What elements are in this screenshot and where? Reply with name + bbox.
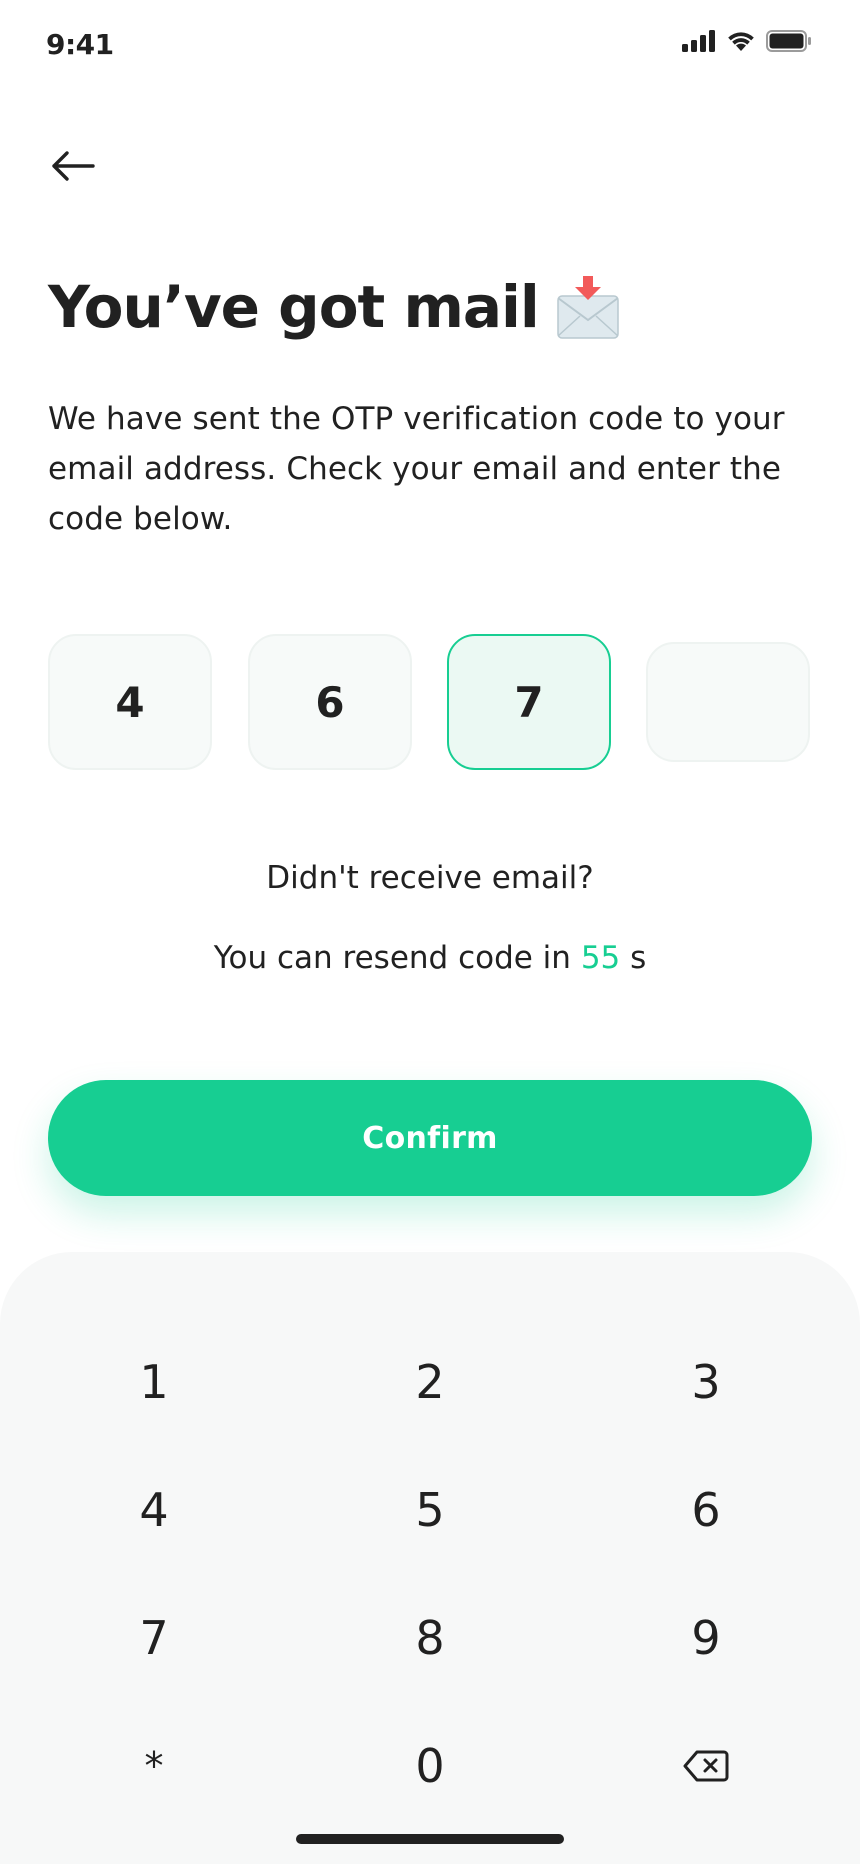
back-button[interactable] (46, 146, 100, 190)
otp-input-group: 4 6 7 (48, 634, 812, 774)
key-7[interactable]: 7 (54, 1588, 254, 1688)
arrow-left-icon (51, 150, 95, 186)
resend-question: Didn't receive email? (266, 860, 594, 896)
key-5[interactable]: 5 (330, 1460, 530, 1560)
backspace-icon (683, 1739, 729, 1793)
key-3[interactable]: 3 (606, 1332, 806, 1432)
key-9[interactable]: 9 (606, 1588, 806, 1688)
resend-countdown: 55 (580, 940, 621, 976)
status-bar: 9:41 (0, 0, 860, 90)
key-2[interactable]: 2 (330, 1332, 530, 1432)
wifi-icon (726, 30, 756, 56)
battery-icon (766, 30, 812, 56)
otp-digit-1[interactable]: 4 (48, 634, 212, 770)
status-time: 9:41 (46, 28, 114, 61)
confirm-button[interactable]: Confirm (48, 1080, 812, 1196)
incoming-envelope-icon (555, 274, 621, 340)
key-6[interactable]: 6 (606, 1460, 806, 1560)
page-title: You’ve got mail (48, 274, 621, 340)
page-title-text: You’ve got mail (48, 273, 540, 341)
key-backspace[interactable] (606, 1716, 806, 1816)
resend-timer-text: You can resend code in 55 s (0, 940, 860, 976)
key-star[interactable]: * (54, 1716, 254, 1816)
otp-digit-2[interactable]: 6 (248, 634, 412, 770)
signal-icon (682, 30, 716, 56)
key-8[interactable]: 8 (330, 1588, 530, 1688)
otp-digit-4[interactable] (646, 642, 810, 762)
otp-digit-3[interactable]: 7 (447, 634, 611, 770)
key-4[interactable]: 4 (54, 1460, 254, 1560)
resend-prefix: You can resend code in (213, 940, 581, 976)
resend-suffix: s (620, 940, 647, 976)
page-description: We have sent the OTP verification code t… (48, 401, 785, 537)
status-icons (682, 30, 812, 56)
key-1[interactable]: 1 (54, 1332, 254, 1432)
numeric-keypad: 1 2 3 4 5 6 7 8 9 * 0 (0, 1252, 860, 1864)
home-indicator[interactable] (296, 1834, 564, 1844)
key-0[interactable]: 0 (330, 1716, 530, 1816)
